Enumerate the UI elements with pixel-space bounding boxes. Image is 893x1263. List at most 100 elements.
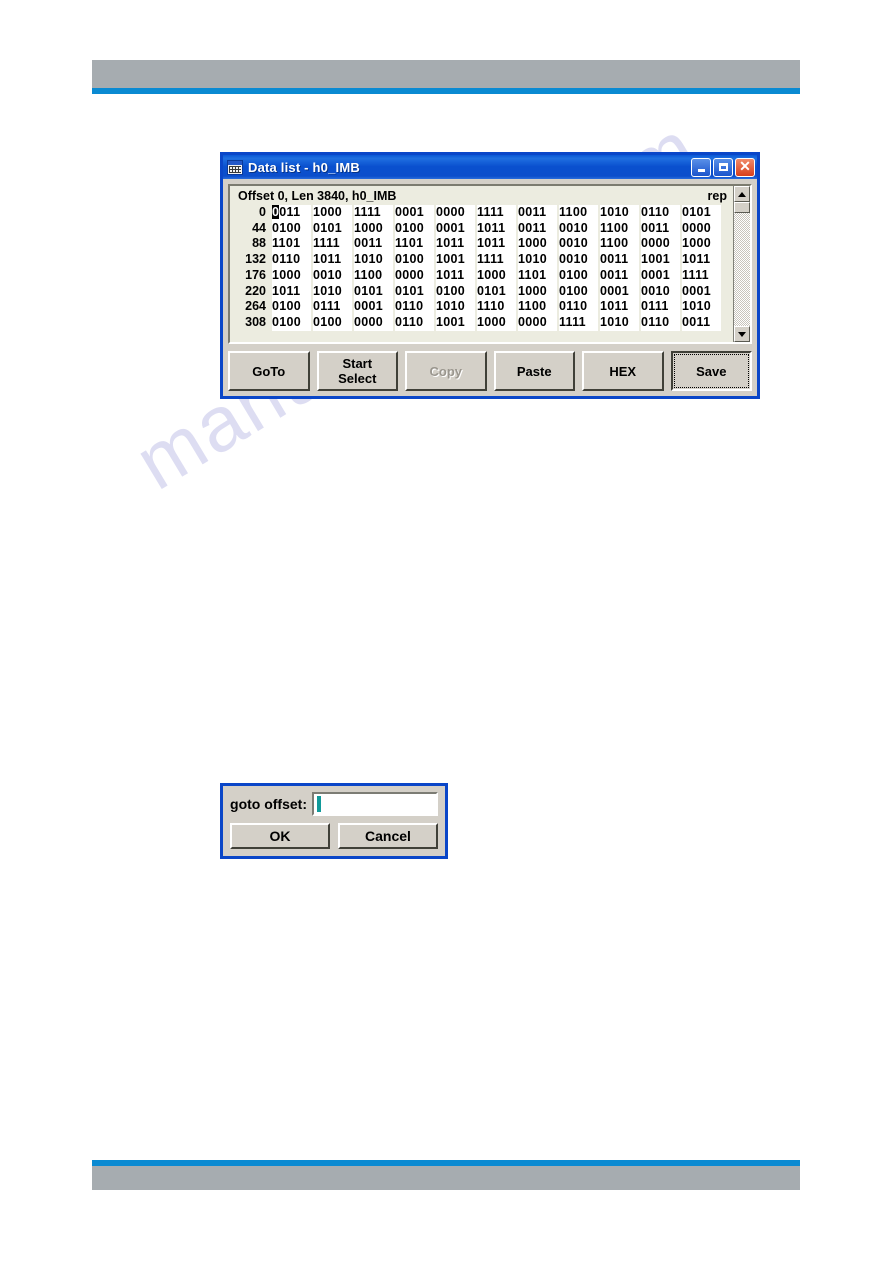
bit-group[interactable]: 1111 [682, 267, 721, 284]
bit-group[interactable]: 0000 [682, 220, 721, 237]
bit-group[interactable]: 0001 [600, 283, 639, 300]
bit-group[interactable]: 1011 [477, 220, 516, 237]
bit-group[interactable]: 0110 [559, 299, 598, 315]
table-row[interactable]: 88 1101 1111 0011 1101 1011 1011 1000 0010 1100 00… [230, 236, 733, 253]
table-row[interactable]: 0 0011 1000 1111 0001 0000 1111 0011 1100 1010 011… [230, 205, 733, 221]
minimize-button[interactable] [691, 157, 711, 177]
bit-group[interactable]: 0101 [313, 220, 352, 237]
bit-group[interactable]: 0110 [272, 252, 311, 268]
bit-group[interactable]: 0101 [682, 205, 721, 221]
bit-group[interactable]: 1000 [313, 205, 352, 221]
cancel-button[interactable]: Cancel [338, 823, 438, 849]
bit-group[interactable]: 0110 [395, 314, 434, 331]
bit-group[interactable]: 0110 [395, 299, 434, 315]
bit-group[interactable]: 0000 [354, 314, 393, 331]
bit-group[interactable]: 0000 [436, 205, 475, 221]
bit-group[interactable]: 1100 [600, 236, 639, 253]
bit-group[interactable]: 1011 [477, 236, 516, 253]
bit-group[interactable]: 0101 [395, 283, 434, 300]
bit-group[interactable]: 1100 [600, 220, 639, 237]
bit-group[interactable]: 0100 [313, 314, 352, 331]
bit-group[interactable]: 0100 [395, 220, 434, 237]
bit-group[interactable]: 0100 [272, 314, 311, 331]
bit-group[interactable]: 1110 [477, 299, 516, 315]
maximize-button[interactable] [713, 157, 733, 177]
bit-group[interactable]: 1010 [436, 299, 475, 315]
table-row[interactable]: 220 1011 1010 0101 0101 0100 0101 1000 0100 0001 0… [230, 283, 733, 300]
scroll-down-button[interactable] [734, 326, 750, 342]
window-titlebar[interactable]: Data list - h0_IMB ✕ [223, 155, 757, 179]
bit-group[interactable]: 1011 [436, 267, 475, 284]
start-select-button[interactable]: Start Select [316, 351, 398, 391]
bit-group[interactable]: 1101 [518, 267, 557, 284]
bit-group[interactable]: 0011 [682, 314, 721, 331]
bit-group[interactable]: 0000 [518, 314, 557, 331]
bit-group[interactable]: 0011 [641, 220, 680, 237]
bit-group[interactable]: 1010 [600, 205, 639, 221]
bit-group[interactable]: 0111 [641, 299, 680, 315]
data-list-pane[interactable]: Offset 0, Len 3840, h0_IMB rep 0 0011 1000… [230, 186, 733, 342]
bit-group[interactable]: 0001 [682, 283, 721, 300]
table-row[interactable]: 308 0100 0100 0000 0110 1001 1000 0000 1111 1010 0… [230, 314, 733, 331]
hex-button[interactable]: HEX [582, 351, 664, 391]
bit-group[interactable]: 1010 [600, 314, 639, 331]
bit-group[interactable]: 0100 [436, 283, 475, 300]
save-button[interactable]: Save [670, 351, 752, 391]
bit-group[interactable]: 1100 [518, 299, 557, 315]
bit-group[interactable]: 1000 [272, 267, 311, 284]
bit-group[interactable]: 0011 [272, 205, 311, 221]
bit-group[interactable]: 0011 [600, 252, 639, 268]
bit-group[interactable]: 0111 [313, 299, 352, 315]
bit-group[interactable]: 0001 [436, 220, 475, 237]
bit-group[interactable]: 1011 [313, 252, 352, 268]
bit-group[interactable]: 1010 [518, 252, 557, 268]
bit-group[interactable]: 1000 [477, 267, 516, 284]
bit-group[interactable]: 0010 [559, 236, 598, 253]
bit-group[interactable]: 0101 [477, 283, 516, 300]
bit-group[interactable]: 1010 [682, 299, 721, 315]
goto-button[interactable]: GoTo [228, 351, 310, 391]
bit-group[interactable]: 1011 [600, 299, 639, 315]
bit-group[interactable]: 1010 [354, 252, 393, 268]
bit-group[interactable]: 0110 [641, 314, 680, 331]
bit-group[interactable]: 1111 [559, 314, 598, 331]
bit-group[interactable]: 0011 [354, 236, 393, 253]
bit-group[interactable]: 1011 [436, 236, 475, 253]
vertical-scrollbar[interactable] [733, 186, 750, 342]
bit-group[interactable]: 1111 [477, 252, 516, 268]
table-row[interactable]: 44 0100 0101 1000 0100 0001 1011 0011 0010 1100 00… [230, 220, 733, 237]
bit-group[interactable]: 0100 [559, 283, 598, 300]
bit-group[interactable]: 1101 [395, 236, 434, 253]
bit-group[interactable]: 1010 [313, 283, 352, 300]
bit-group[interactable]: 0010 [559, 252, 598, 268]
table-row[interactable]: 264 0100 0111 0001 0110 1010 1110 1100 0110 1011 0… [230, 299, 733, 315]
bit-group[interactable]: 0000 [641, 236, 680, 253]
bit-group[interactable]: 1011 [272, 283, 311, 300]
bit-group[interactable]: 0100 [272, 299, 311, 315]
bit-group[interactable]: 1001 [641, 252, 680, 268]
table-row[interactable]: 132 0110 1011 1010 0100 1001 1111 1010 0010 0011 1… [230, 252, 733, 268]
scrollbar-track[interactable] [734, 202, 750, 326]
scroll-up-button[interactable] [734, 186, 750, 202]
bit-group[interactable]: 1000 [518, 236, 557, 253]
bit-group[interactable]: 0010 [313, 267, 352, 284]
bit-group[interactable]: 1000 [518, 283, 557, 300]
bit-group[interactable]: 1101 [272, 236, 311, 253]
bit-group[interactable]: 1111 [477, 205, 516, 221]
bit-group[interactable]: 1011 [682, 252, 721, 268]
bit-group[interactable]: 0001 [641, 267, 680, 284]
scrollbar-thumb[interactable] [734, 202, 750, 213]
bit-group[interactable]: 1100 [354, 267, 393, 284]
bit-group[interactable]: 0110 [641, 205, 680, 221]
bit-group[interactable]: 1111 [354, 205, 393, 221]
close-button[interactable]: ✕ [735, 157, 755, 177]
bit-group[interactable]: 0010 [559, 220, 598, 237]
bit-group[interactable]: 0100 [395, 252, 434, 268]
bit-group[interactable]: 1100 [559, 205, 598, 221]
bit-group[interactable]: 1000 [354, 220, 393, 237]
ok-button[interactable]: OK [230, 823, 330, 849]
bit-group[interactable]: 0011 [600, 267, 639, 284]
bit-group[interactable]: 1000 [682, 236, 721, 253]
bit-group[interactable]: 0000 [395, 267, 434, 284]
bit-group[interactable]: 1001 [436, 314, 475, 331]
